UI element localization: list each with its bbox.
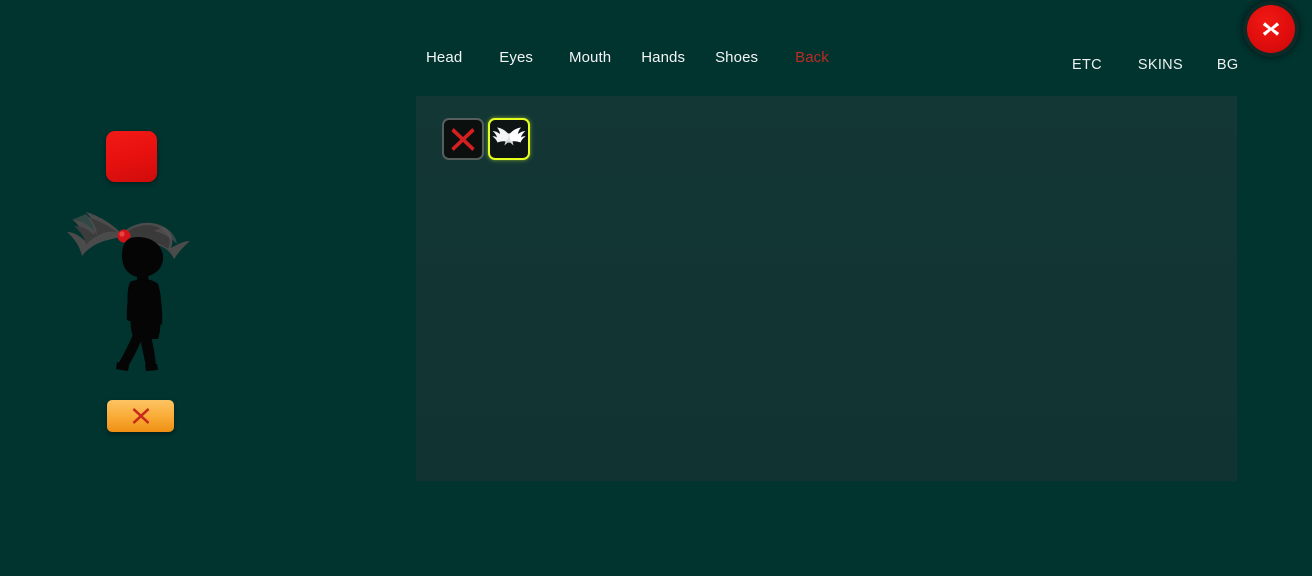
- nav-item-shoes[interactable]: Shoes: [715, 50, 758, 65]
- white-wings-icon: [492, 127, 526, 146]
- nav-item-head[interactable]: Head: [426, 50, 462, 65]
- item-slot-angel-wings[interactable]: [488, 118, 530, 160]
- character-preview: [60, 200, 200, 375]
- foot-right: [145, 364, 158, 371]
- close-button[interactable]: [1247, 5, 1295, 53]
- close-x-icon: [1262, 22, 1280, 36]
- secondary-nav: ETC SKINS BG: [1050, 54, 1238, 76]
- item-slot-grid: [442, 118, 530, 160]
- hair-group: [67, 212, 123, 256]
- color-swatch-button[interactable]: [106, 131, 157, 182]
- character-preview-column: [0, 0, 416, 576]
- item-panel: [416, 96, 1237, 481]
- nav-item-etc[interactable]: ETC: [1072, 58, 1102, 73]
- clear-item-button[interactable]: [107, 400, 174, 432]
- nav-item-mouth[interactable]: Mouth: [569, 50, 611, 65]
- item-slot-none[interactable]: [442, 118, 484, 160]
- nav-item-skins[interactable]: SKINS: [1138, 58, 1183, 73]
- nav-item-eyes[interactable]: Eyes: [499, 50, 533, 65]
- leg-left: [118, 332, 143, 367]
- nav-item-back[interactable]: Back: [795, 50, 829, 65]
- stick-figure-avatar: [67, 212, 190, 371]
- nav-item-bg[interactable]: BG: [1217, 58, 1239, 73]
- red-x-icon: [451, 128, 475, 151]
- red-x-icon: [132, 408, 149, 424]
- category-nav: Head Eyes Mouth Hands Shoes Back: [416, 44, 829, 70]
- nav-item-hands[interactable]: Hands: [641, 50, 685, 65]
